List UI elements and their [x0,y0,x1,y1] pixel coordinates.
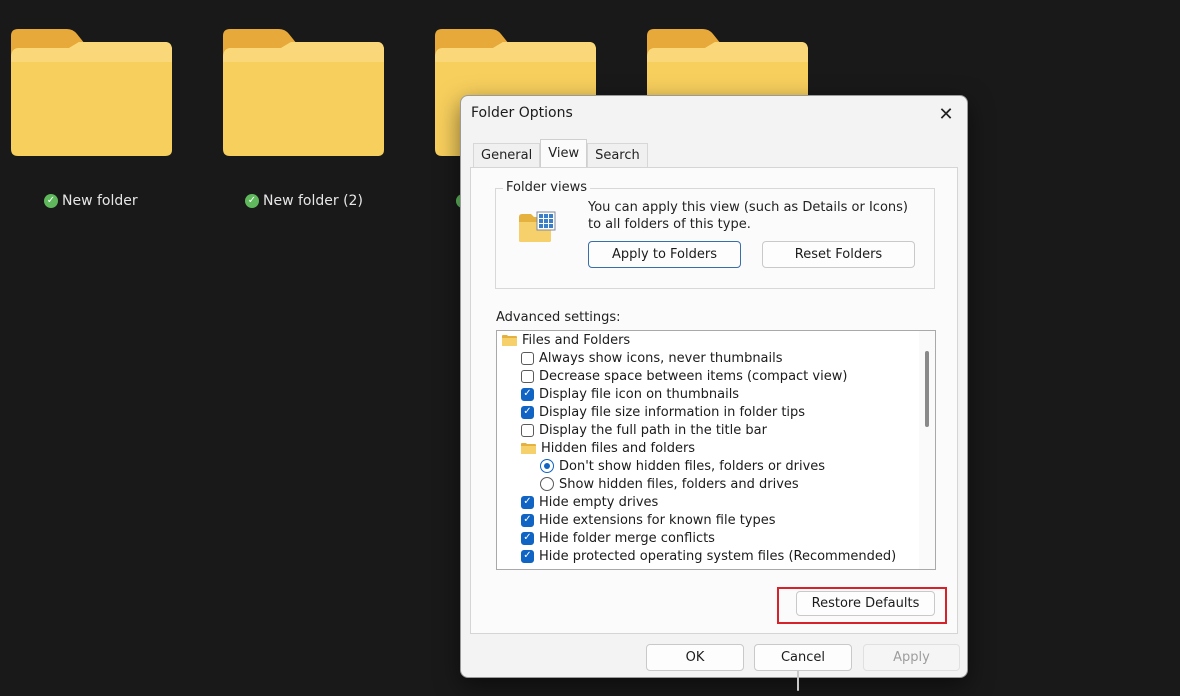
checkbox[interactable] [521,369,534,383]
close-button[interactable]: ✕ [931,100,961,128]
settings-option-row[interactable]: Display the full path in the title bar [497,421,919,439]
settings-option-row[interactable]: Hide extensions for known file types [497,511,919,529]
reset-folders-button[interactable]: Reset Folders [762,241,915,268]
desktop-folder-1[interactable] [9,28,173,158]
scrollbar[interactable] [919,331,935,569]
radio-button[interactable] [540,477,554,491]
option-label: Hidden files and folders [541,440,696,456]
settings-option-row[interactable]: Don't show hidden files, folders or driv… [497,457,919,475]
desktop-folder-1-label[interactable]: ✓ New folder [44,190,138,212]
checkbox[interactable] [521,531,534,545]
option-label: Don't show hidden files, folders or driv… [559,458,826,474]
checkbox[interactable] [521,549,534,563]
scroll-thumb[interactable] [925,351,929,427]
settings-option-row[interactable]: Display file icon on thumbnails [497,385,919,403]
option-label: Display file size information in folder … [539,404,806,420]
option-label: Always show icons, never thumbnails [539,350,783,366]
settings-option-row[interactable]: Always show icons, never thumbnails [497,349,919,367]
view-tab-panel: Folder views You can apply this view (su… [470,167,958,691]
checkbox[interactable] [521,495,534,509]
advanced-settings-label: Advanced settings: [496,310,621,325]
folder-name: New folder (2) [263,193,363,209]
option-label: Display the full path in the title bar [539,422,767,438]
folder-views-legend: Folder views [503,180,591,195]
option-label: Hide protected operating system files (R… [539,548,897,564]
folder-icon [502,334,517,346]
checkbox[interactable] [521,405,534,419]
settings-folder-row: Hidden files and folders [497,439,919,457]
folder-view-icon [519,211,556,242]
folder-icon [11,29,172,156]
tab-search[interactable]: Search [587,143,648,167]
apply-to-folders-button[interactable]: Apply to Folders [588,241,741,268]
tab-general[interactable]: General [473,143,541,167]
settings-option-row[interactable]: Hide protected operating system files (R… [497,547,919,565]
settings-folder-row: Files and Folders [497,331,919,349]
option-label: Hide empty drives [539,494,659,510]
close-icon: ✕ [938,103,954,125]
option-label: Show hidden files, folders and drives [559,476,799,492]
settings-option-row[interactable]: Display file size information in folder … [497,403,919,421]
desktop-folder-2[interactable] [221,28,385,158]
tab-view[interactable]: View [540,139,588,167]
settings-option-row[interactable]: Hide folder merge conflicts [497,529,919,547]
tab-strip: General View Search [473,139,648,167]
checkbox[interactable] [521,387,534,401]
apply-button[interactable]: Apply [863,644,960,671]
folder-icon [521,442,536,454]
folder-views-group: Folder views You can apply this view (su… [495,180,935,289]
dialog-title: Folder Options [471,105,573,121]
advanced-settings-rows: Files and Folders Always show icons, neve… [497,331,919,565]
option-label: Display file icon on thumbnails [539,386,740,402]
checkbox[interactable] [521,423,534,437]
folder-views-description: You can apply this view (such as Details… [588,200,908,232]
option-label: Decrease space between items (compact vi… [539,368,848,384]
option-label: Files and Folders [522,332,631,348]
option-label: Hide extensions for known file types [539,512,776,528]
checkbox[interactable] [521,513,534,527]
settings-option-row[interactable]: Decrease space between items (compact vi… [497,367,919,385]
desktop-folder-2-label[interactable]: ✓ New folder (2) [245,190,363,212]
cancel-button[interactable]: Cancel [754,644,852,671]
settings-option-row[interactable]: Show hidden files, folders and drives [497,475,919,493]
folder-name: New folder [62,193,138,209]
ok-button[interactable]: OK [646,644,744,671]
folder-icon [223,29,384,156]
checkbox[interactable] [521,351,534,365]
restore-defaults-highlight [777,587,947,624]
advanced-settings-list[interactable]: Files and Folders Always show icons, neve… [496,330,936,570]
settings-option-row[interactable]: Hide empty drives [497,493,919,511]
sync-check-icon: ✓ [44,194,58,208]
radio-button[interactable] [540,459,554,473]
folder-options-dialog: Folder Options ✕ General View Search Fol… [460,95,968,691]
sync-check-icon: ✓ [245,194,259,208]
option-label: Hide folder merge conflicts [539,530,715,546]
